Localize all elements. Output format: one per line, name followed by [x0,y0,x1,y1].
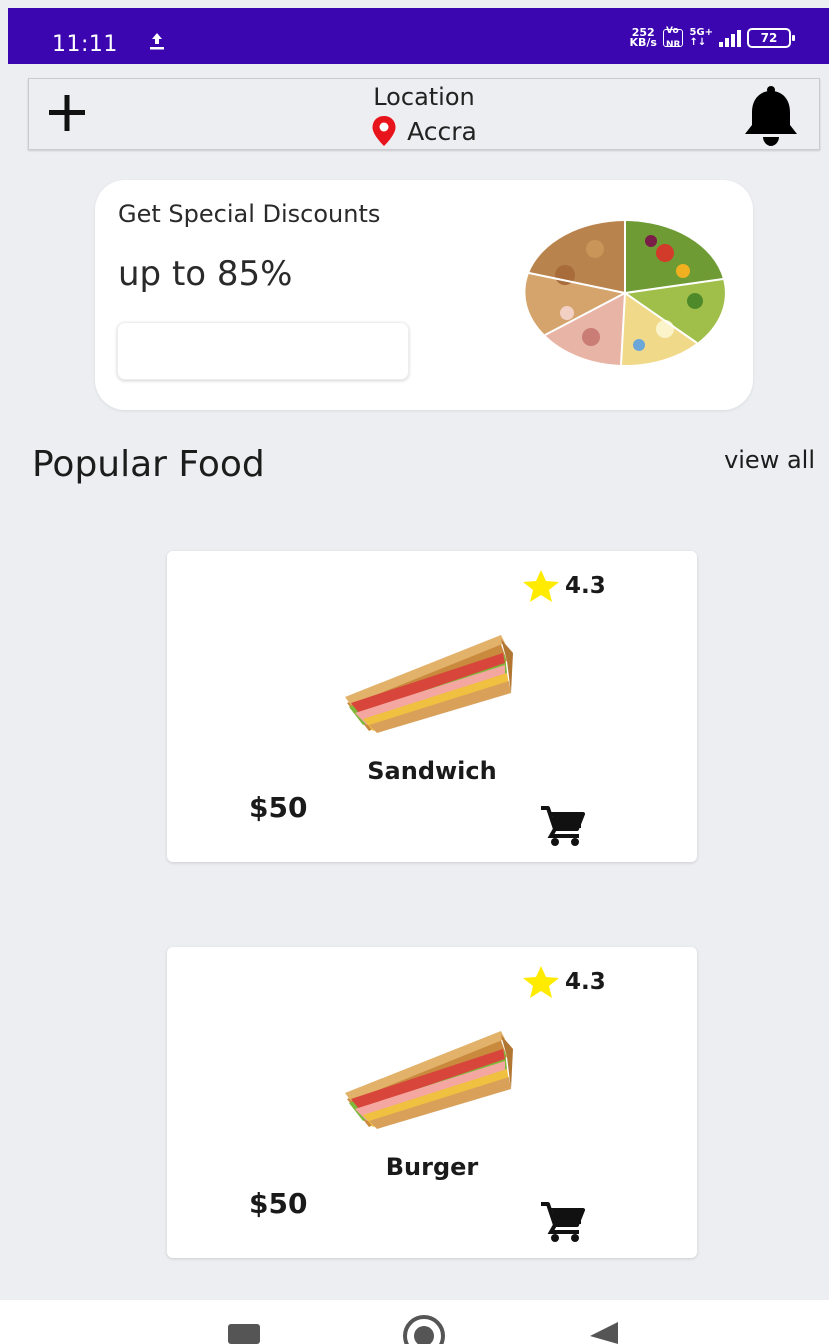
food-price: $50 [249,1187,308,1220]
promo-button[interactable] [117,322,409,380]
location-label: Location [373,83,475,111]
location-selector[interactable]: Accra [29,115,819,147]
location-value: Accra [407,116,477,146]
volte-badge: Vo NR [662,26,684,50]
cart-icon[interactable] [539,1201,587,1243]
rating-value: 4.3 [565,969,606,995]
app-screen: 11:11 252 KB/s Vo NR 5G+ ↑↓ 72 Location … [0,0,829,1344]
network-speed: 252 KB/s [629,26,657,49]
upload-icon [150,33,164,50]
status-indicators: 252 KB/s Vo NR 5G+ ↑↓ 72 [629,26,795,50]
promo-card[interactable]: Get Special Discounts up to 85% [95,180,753,410]
battery-icon: 72 [747,28,795,48]
system-nav-bar [0,1300,829,1344]
star-icon [523,966,559,998]
food-name: Sandwich [367,757,497,785]
home-icon[interactable] [402,1314,446,1344]
top-app-bar: Location Accra [28,78,820,150]
sandwich-image [345,1031,513,1129]
network-type: 5G+ ↑↓ [689,27,713,48]
food-wheel-image [525,221,725,366]
promo-headline: up to 85% [118,254,293,294]
promo-subtitle: Get Special Discounts [118,200,381,228]
recent-apps-icon[interactable] [228,1324,260,1344]
food-card[interactable]: 4.3 Burger $50 [167,947,697,1258]
food-name: Burger [385,1153,479,1181]
location-pin-icon [372,116,396,146]
status-bar: 11:11 252 KB/s Vo NR 5G+ ↑↓ 72 [8,8,829,64]
signal-icon [719,29,741,47]
rating-value: 4.3 [565,573,606,599]
sandwich-image [345,635,513,733]
star-icon [523,570,559,602]
food-card[interactable]: 4.3 Sandwich $50 [167,551,697,862]
status-time: 11:11 [52,32,118,57]
bell-icon[interactable] [737,85,805,147]
rating: 4.3 [521,569,606,603]
back-icon[interactable] [588,1322,620,1344]
rating: 4.3 [521,965,606,999]
section-title: Popular Food [32,444,265,485]
cart-icon[interactable] [539,805,587,847]
food-price: $50 [249,791,308,824]
view-all-link[interactable]: view all [724,446,815,474]
